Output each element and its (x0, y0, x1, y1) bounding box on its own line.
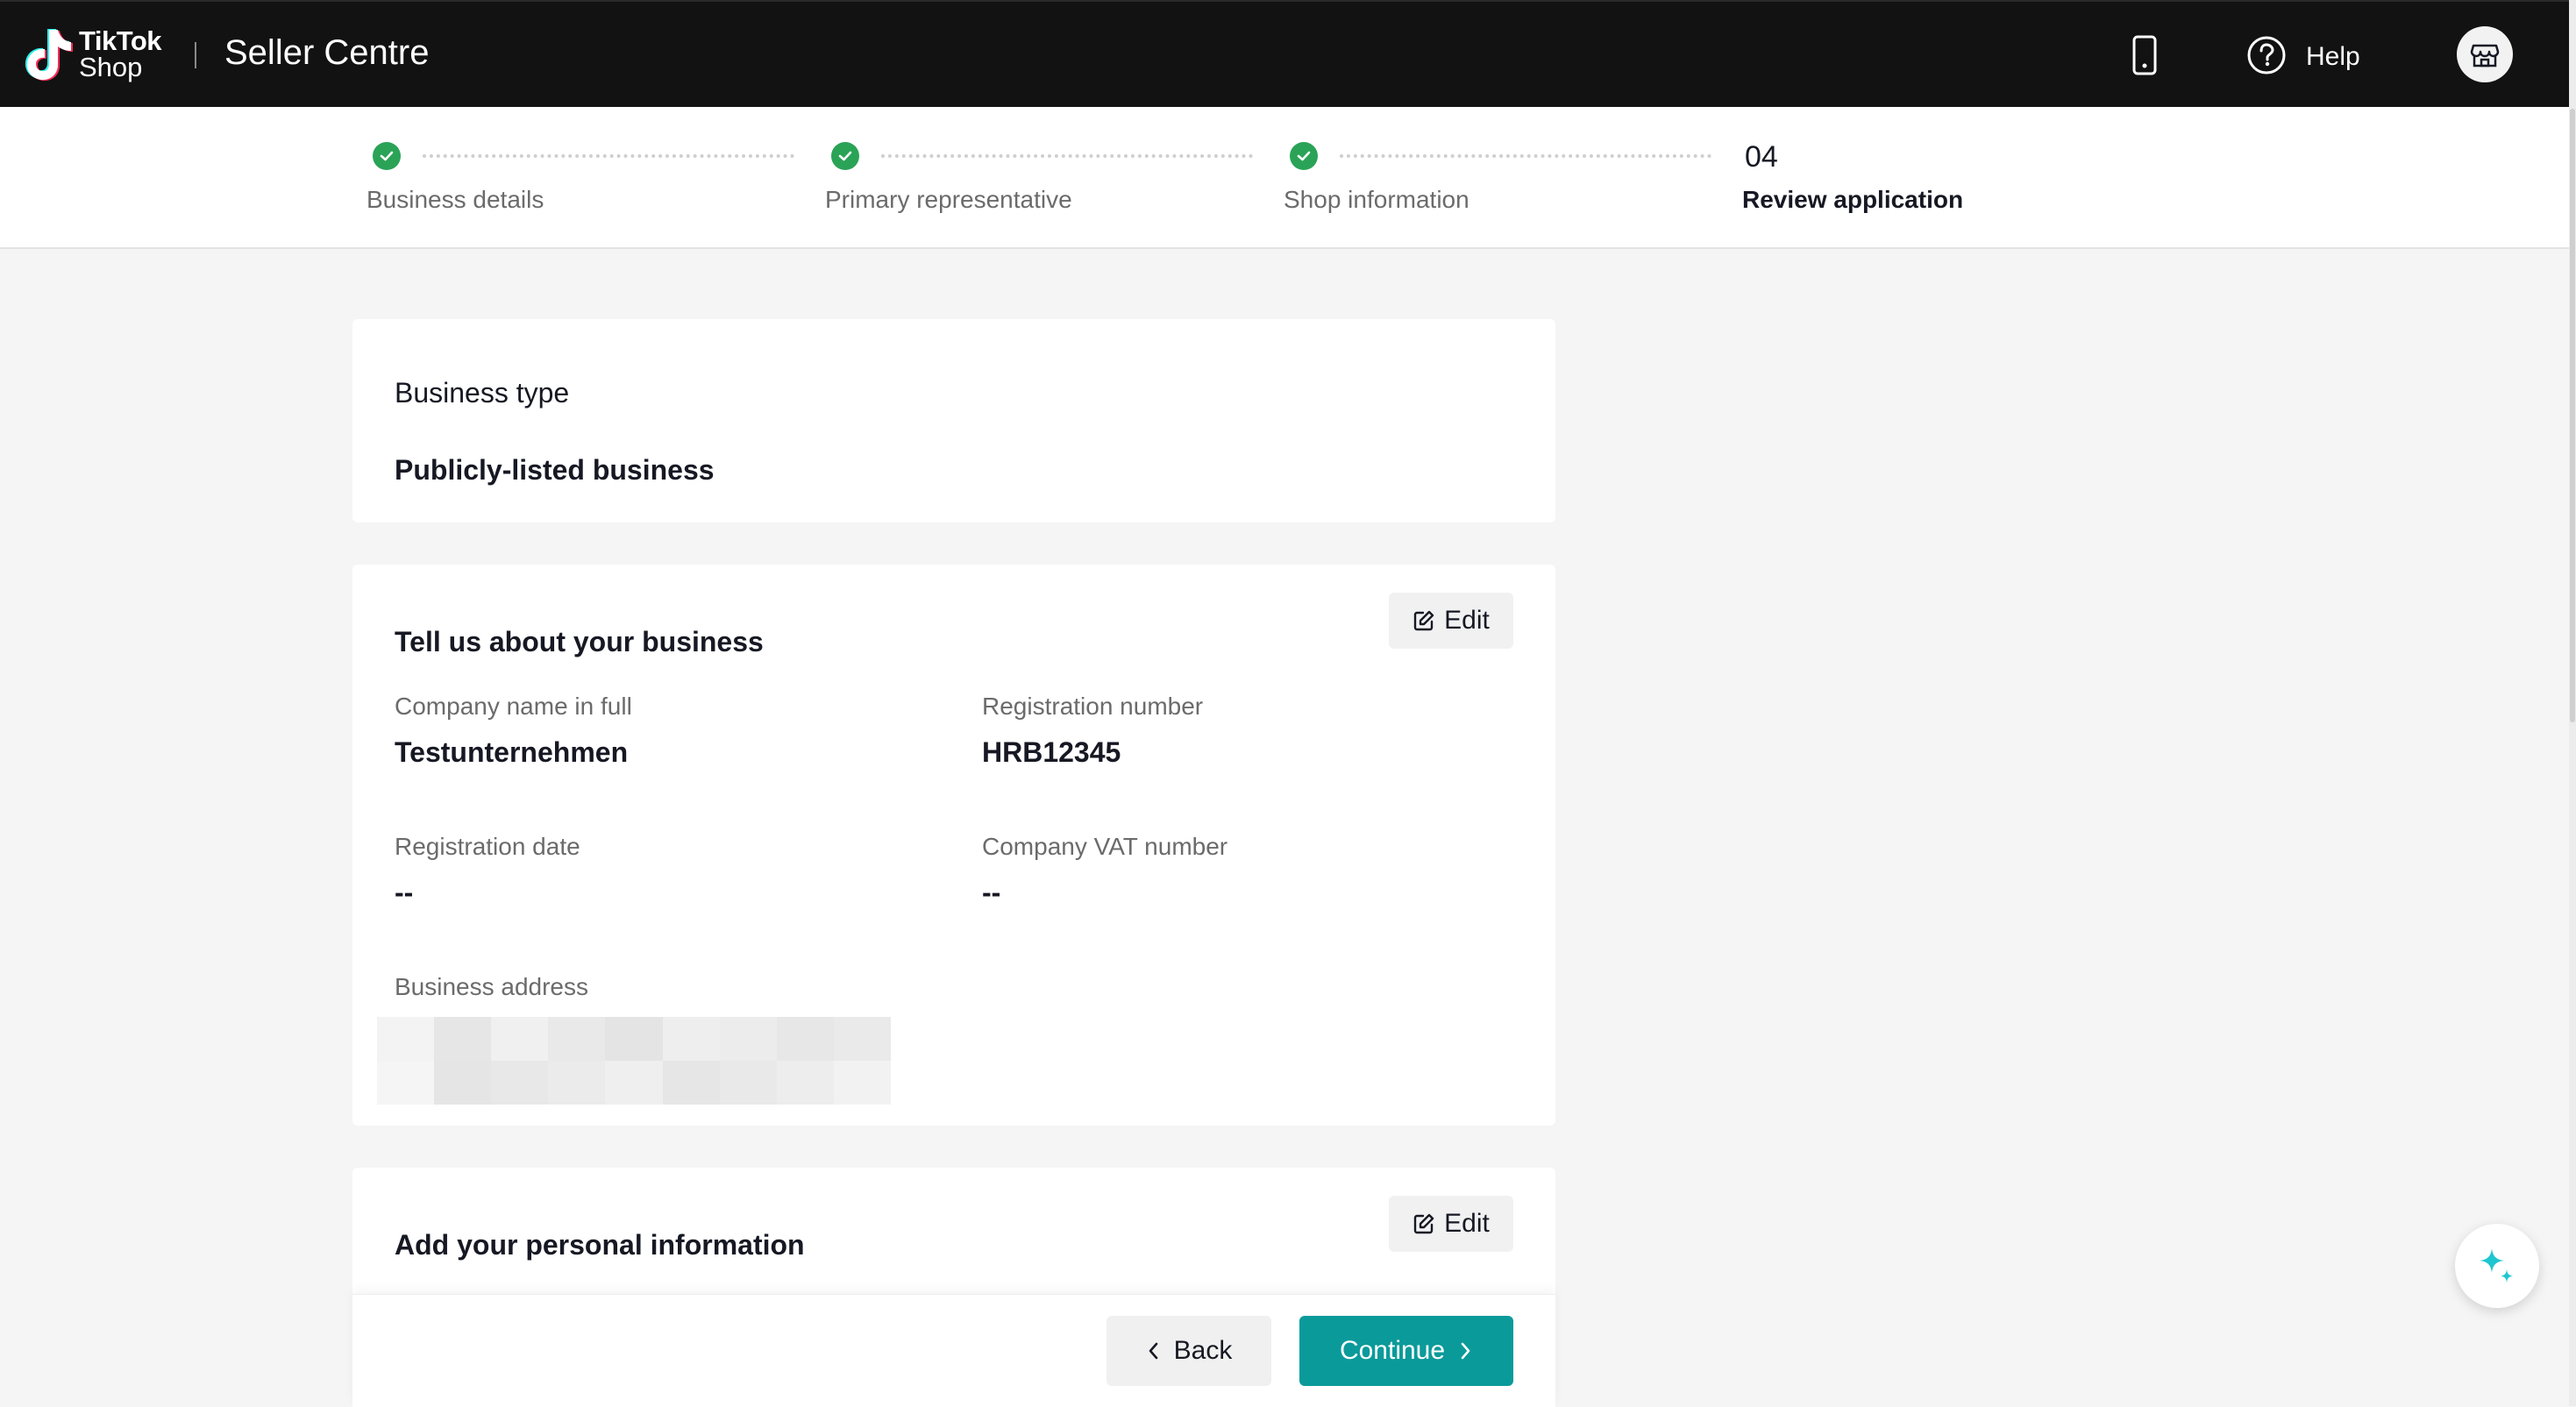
chevron-right-icon (1461, 1342, 1470, 1360)
step-label-business-details: Business details (366, 186, 544, 213)
question-circle-icon[interactable] (2246, 35, 2287, 75)
company-name-label: Company name in full (395, 693, 632, 720)
step-label-review-application: Review application (1742, 186, 1964, 213)
business-address-label: Business address (395, 973, 589, 1000)
edit-personal-info-button[interactable]: Edit (1389, 1196, 1513, 1252)
app-title: Seller Centre (224, 33, 430, 72)
vat-number-value: -- (982, 877, 1001, 908)
continue-button[interactable]: Continue (1299, 1316, 1513, 1386)
business-type-card: Business type Publicly-listed business (352, 319, 1555, 522)
step-4-number: 04 (1745, 140, 1778, 174)
step-3-check-icon (1290, 142, 1318, 170)
ai-assistant-button[interactable] (2455, 1224, 2539, 1308)
step-connector (1340, 154, 1711, 158)
shop-account-avatar[interactable] (2457, 26, 2513, 82)
top-navigation-bar: TikTok Shop Seller Centre Help (0, 0, 2569, 109)
logo-line-1: TikTok (79, 25, 162, 56)
sparkle-icon (2480, 1248, 2513, 1283)
logo-divider (195, 42, 196, 68)
application-stepper: Business details Primary representative … (0, 107, 2569, 249)
business-info-card: Tell us about your business Edit Company… (352, 565, 1555, 1126)
business-type-value: Publicly-listed business (395, 454, 715, 486)
edit-button-label: Edit (1444, 606, 1490, 635)
business-address-redacted (377, 1017, 891, 1105)
logo-line-2: Shop (79, 52, 143, 82)
chevron-left-icon (1149, 1342, 1157, 1360)
edit-button-label: Edit (1444, 1209, 1490, 1238)
edit-business-info-button[interactable]: Edit (1389, 593, 1513, 649)
mobile-phone-icon[interactable] (2127, 35, 2162, 75)
business-type-title: Business type (395, 377, 570, 409)
personal-info-title: Add your personal information (395, 1229, 805, 1261)
help-link[interactable]: Help (2306, 42, 2360, 72)
back-button-label: Back (1173, 1336, 1233, 1365)
step-connector (881, 154, 1253, 158)
back-button[interactable]: Back (1107, 1316, 1271, 1386)
registration-number-value: HRB12345 (982, 736, 1121, 768)
registration-date-label: Registration date (395, 833, 580, 860)
step-2-check-icon (831, 142, 859, 170)
registration-date-value: -- (395, 877, 414, 908)
edit-icon (1413, 1213, 1434, 1234)
step-1-check-icon (373, 142, 401, 170)
step-label-primary-representative: Primary representative (825, 186, 1072, 213)
continue-button-label: Continue (1339, 1336, 1446, 1365)
step-label-shop-information: Shop information (1284, 186, 1469, 213)
step-connector (423, 154, 794, 158)
form-action-bar: Back Continue (352, 1294, 1555, 1407)
store-icon (2470, 44, 2500, 68)
company-name-value: Testunternehmen (395, 736, 629, 768)
page-scrollbar-thumb[interactable] (2570, 109, 2575, 722)
business-info-title: Tell us about your business (395, 626, 764, 657)
tiktok-shop-logo-text: TikTok Shop (79, 25, 162, 82)
tiktok-logo-icon[interactable] (25, 26, 74, 82)
registration-number-label: Registration number (982, 693, 1204, 720)
edit-icon (1413, 610, 1434, 631)
vat-number-label: Company VAT number (982, 833, 1228, 860)
